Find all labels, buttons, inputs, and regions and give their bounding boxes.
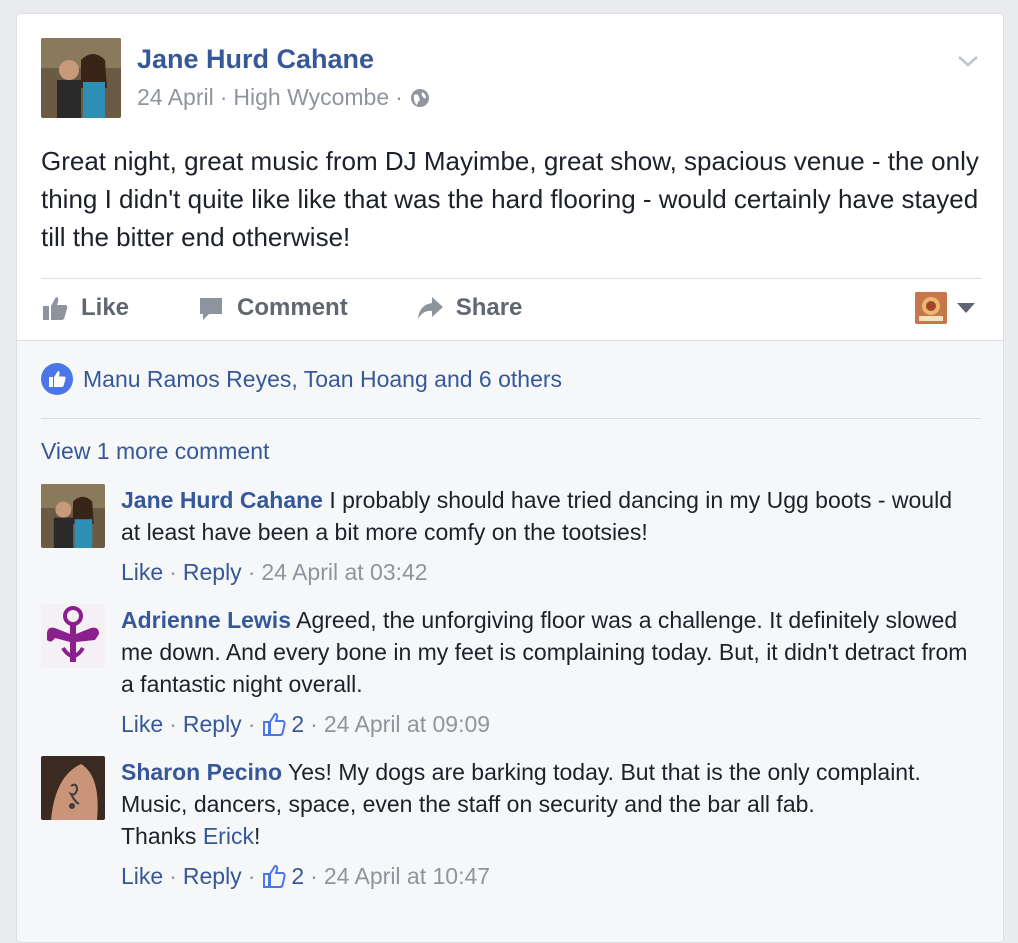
comment-content-line2: Thanks Erick! <box>121 820 971 852</box>
commenter-name[interactable]: Jane Hurd Cahane <box>121 487 323 513</box>
meta-separator: · <box>219 84 228 110</box>
comment-content: Adrienne Lewis Agreed, the unforgiving f… <box>121 604 971 700</box>
separator: · <box>247 711 256 737</box>
comment-actions: Like · Reply · 24 April at 03:42 <box>121 556 971 588</box>
comment-timestamp[interactable]: 24 April at 09:09 <box>324 708 490 740</box>
share-icon <box>417 297 443 319</box>
comment-text-suffix: ! <box>253 823 261 849</box>
comment-body: Jane Hurd Cahane I probably should have … <box>121 484 971 588</box>
likes-summary[interactable]: Manu Ramos Reyes, Toan Hoang and 6 other… <box>41 363 562 395</box>
separator: · <box>247 863 256 889</box>
thumbs-up-icon <box>263 864 286 888</box>
separator: · <box>310 863 318 889</box>
view-more-comments-link[interactable]: View 1 more comment <box>41 438 269 465</box>
comment-actions: Like · Reply · 2 · 24 April at 10:47 <box>121 860 971 892</box>
divider <box>41 278 981 279</box>
separator: · <box>169 711 177 737</box>
post-author-name[interactable]: Jane Hurd Cahane <box>137 44 374 75</box>
comment-like-link[interactable]: Like <box>121 860 163 892</box>
page-avatar <box>915 292 947 324</box>
post-card: Jane Hurd Cahane 24 April · High Wycombe… <box>16 13 1004 943</box>
post-actions-bar: Like Comment Share <box>41 280 981 336</box>
comments-section: Manu Ramos Reyes, Toan Hoang and 6 other… <box>17 340 1003 942</box>
like-button[interactable]: Like <box>41 294 129 322</box>
author-avatar[interactable] <box>41 38 121 118</box>
reaction-audience-picker[interactable] <box>915 292 975 324</box>
comment-content: Jane Hurd Cahane I probably should have … <box>121 484 971 548</box>
caret-down-icon <box>957 303 975 313</box>
comment-reply-link[interactable]: Reply <box>183 556 242 588</box>
comment-icon <box>200 298 223 320</box>
comment-timestamp[interactable]: 24 April at 03:42 <box>261 556 427 588</box>
commenter-name[interactable]: Adrienne Lewis <box>121 607 291 633</box>
comment-label: Comment <box>237 294 348 321</box>
comment-content: Sharon Pecino Yes! My dogs are barking t… <box>121 756 971 820</box>
commenter-avatar[interactable] <box>41 756 105 820</box>
share-button[interactable]: Share <box>416 294 523 322</box>
post-date[interactable]: 24 April <box>137 84 214 111</box>
like-icon <box>43 297 68 320</box>
likes-summary-text[interactable]: Manu Ramos Reyes, Toan Hoang and 6 other… <box>83 366 562 393</box>
commenter-name[interactable]: Sharon Pecino <box>121 759 282 785</box>
globe-icon[interactable] <box>409 87 431 109</box>
separator: · <box>247 559 256 585</box>
comment-like-count[interactable]: 2 <box>261 860 304 892</box>
share-label: Share <box>455 294 523 321</box>
comment-body: Adrienne Lewis Agreed, the unforgiving f… <box>121 604 971 740</box>
thumbs-up-icon <box>263 712 286 736</box>
separator: · <box>169 559 177 585</box>
post-location[interactable]: High Wycombe <box>233 84 389 111</box>
commenter-avatar[interactable] <box>41 604 105 668</box>
chevron-down-icon[interactable] <box>955 48 981 74</box>
comment-like-link[interactable]: Like <box>121 708 163 740</box>
comment-actions: Like · Reply · 2 · 24 April at 09:09 <box>121 708 971 740</box>
post-meta: 24 April · High Wycombe · <box>137 84 431 111</box>
separator: · <box>310 711 318 737</box>
like-label: Like <box>81 294 130 321</box>
comment-like-link[interactable]: Like <box>121 556 163 588</box>
comment-reply-link[interactable]: Reply <box>183 860 242 892</box>
comment-like-count[interactable]: 2 <box>261 708 304 740</box>
divider <box>41 418 981 419</box>
comment-timestamp[interactable]: 24 April at 10:47 <box>324 860 490 892</box>
mentioned-user-link[interactable]: Erick <box>203 823 254 849</box>
post-header: Jane Hurd Cahane 24 April · High Wycombe… <box>41 38 981 118</box>
like-badge-icon <box>41 363 73 395</box>
meta-separator: · <box>395 84 403 110</box>
like-count: 2 <box>291 711 305 737</box>
comment-button[interactable]: Comment <box>197 294 348 322</box>
comment-reply-link[interactable]: Reply <box>183 708 242 740</box>
post-text: Great night, great music from DJ Mayimbe… <box>41 146 979 252</box>
commenter-avatar[interactable] <box>41 484 105 548</box>
like-count: 2 <box>291 863 305 889</box>
separator: · <box>169 863 177 889</box>
comment-text-prefix: Thanks <box>121 823 203 849</box>
comment-body: Sharon Pecino Yes! My dogs are barking t… <box>121 756 971 892</box>
